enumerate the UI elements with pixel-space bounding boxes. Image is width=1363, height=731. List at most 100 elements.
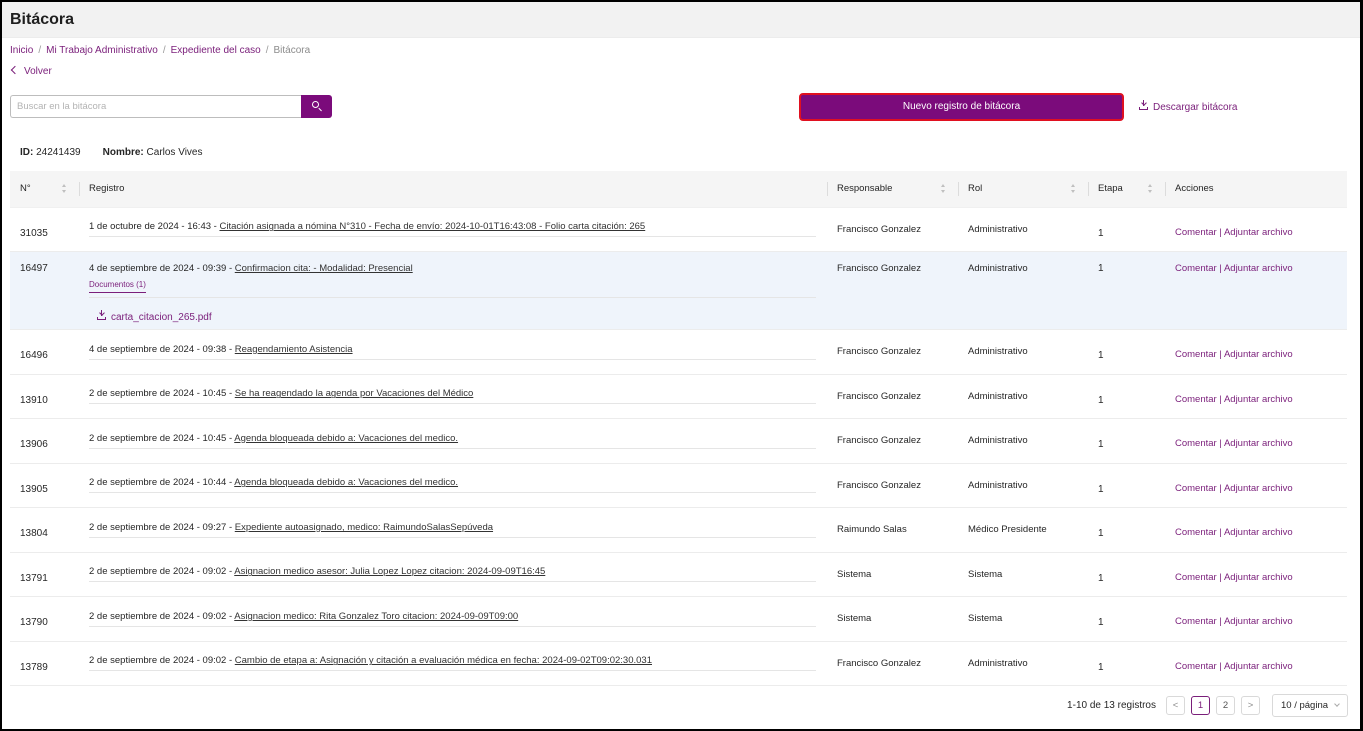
cell-responsable: Francisco Gonzalez — [827, 207, 958, 252]
chevron-left-icon — [10, 65, 20, 75]
cell-rol: Administrativo — [958, 207, 1088, 252]
download-icon — [1139, 100, 1148, 111]
cell-acciones: Comentar | Adjuntar archivo — [1165, 418, 1347, 464]
cell-responsable: Sistema — [827, 596, 958, 642]
cell-num: 31035 — [10, 207, 79, 252]
registro-link[interactable]: Cambio de etapa a: Asignación y citación… — [235, 655, 652, 666]
attach-file-action[interactable]: Adjuntar archivo — [1224, 438, 1293, 449]
breadcrumb-mi-trabajo[interactable]: Mi Trabajo Administrativo — [46, 45, 158, 56]
sort-icon[interactable] — [1147, 184, 1153, 194]
back-link[interactable]: Volver — [10, 65, 52, 77]
sort-icon[interactable] — [1070, 184, 1076, 194]
column-header-num[interactable]: N° — [10, 171, 79, 208]
registro-link[interactable]: Reagendamiento Asistencia — [235, 344, 353, 355]
comment-action[interactable]: Comentar — [1175, 483, 1217, 494]
cell-etapa: 1 — [1088, 374, 1165, 419]
breadcrumb-separator: / — [265, 45, 269, 56]
attach-file-action[interactable]: Adjuntar archivo — [1224, 394, 1293, 405]
registro-link[interactable]: Se ha reagendado la agenda por Vacacione… — [235, 388, 474, 399]
cell-num: 13906 — [10, 418, 79, 464]
cell-num: 13804 — [10, 507, 79, 553]
breadcrumb-inicio[interactable]: Inicio — [10, 45, 33, 56]
download-log-link[interactable]: Descargar bitácora — [1139, 100, 1238, 113]
pagination-prev-button[interactable]: < — [1166, 696, 1185, 715]
comment-action[interactable]: Comentar — [1175, 661, 1217, 672]
id-label: ID: — [20, 147, 34, 158]
registro-link[interactable]: Expediente autoasignado, medico: Raimund… — [235, 522, 493, 533]
registro-link[interactable]: Confirmacion cita: - Modalidad: Presenci… — [235, 263, 413, 274]
cell-num: 13790 — [10, 596, 79, 642]
cell-num: 13791 — [10, 552, 79, 597]
table-row: 16496 4 de septiembre de 2024 - 09:38 - R… — [10, 329, 1347, 375]
breadcrumb-expediente[interactable]: Expediente del caso — [171, 45, 261, 56]
search-button[interactable] — [301, 95, 332, 118]
new-log-entry-button[interactable]: Nuevo registro de bitácora — [799, 93, 1124, 121]
table-row: 13791 2 de septiembre de 2024 - 09:02 - A… — [10, 552, 1347, 597]
cell-etapa: 1 — [1088, 418, 1165, 464]
cell-rol: Administrativo — [958, 251, 1088, 330]
download-label: Descargar bitácora — [1153, 102, 1238, 113]
registro-link[interactable]: Asignacion medico asesor: Julia Lopez Lo… — [234, 566, 545, 577]
pagination-next-button[interactable]: > — [1241, 696, 1260, 715]
cell-rol: Sistema — [958, 552, 1088, 597]
cell-rol: Administrativo — [958, 418, 1088, 464]
breadcrumb-separator: / — [162, 45, 166, 56]
registro-link[interactable]: Asignacion medico: Rita Gonzalez Toro ci… — [234, 611, 518, 622]
registro-text: 4 de septiembre de 2024 - 09:39 - Confir… — [89, 263, 816, 298]
cell-num: 16497 — [10, 251, 79, 330]
search-input[interactable] — [10, 95, 301, 118]
cell-num: 13789 — [10, 641, 79, 686]
registro-text: 2 de septiembre de 2024 - 09:27 - Expedi… — [89, 522, 816, 538]
tab-documentos[interactable]: Documentos (1) — [89, 280, 146, 293]
app-frame: Bitácora Inicio / Mi Trabajo Administrativ… — [2, 2, 1360, 729]
cell-responsable: Francisco Gonzalez — [827, 418, 958, 464]
table-row: 13905 2 de septiembre de 2024 - 10:44 - A… — [10, 463, 1347, 508]
attach-file-action[interactable]: Adjuntar archivo — [1224, 349, 1293, 360]
comment-action[interactable]: Comentar — [1175, 438, 1217, 449]
cell-acciones: Comentar | Adjuntar archivo — [1165, 251, 1347, 330]
id-value: 24241439 — [36, 147, 81, 158]
column-header-responsable[interactable]: Responsable — [827, 171, 958, 208]
attach-file-action[interactable]: Adjuntar archivo — [1224, 263, 1293, 274]
comment-action[interactable]: Comentar — [1175, 227, 1217, 238]
registro-link[interactable]: Citación asignada a nómina N°310 - Fecha… — [219, 221, 645, 232]
document-download-link[interactable]: carta_citacion_265.pdf — [89, 298, 817, 323]
attach-file-action[interactable]: Adjuntar archivo — [1224, 227, 1293, 238]
registro-text: 2 de septiembre de 2024 - 10:44 - Agenda… — [89, 477, 816, 494]
table-row: 31035 1 de octubre de 2024 - 16:43 - Cita… — [10, 207, 1347, 252]
attach-file-action[interactable]: Adjuntar archivo — [1224, 616, 1293, 627]
page-size-select[interactable]: 10 / página — [1272, 694, 1348, 717]
pagination-summary: 1-10 de 13 registros — [1067, 700, 1156, 711]
column-header-rol[interactable]: Rol — [958, 171, 1088, 208]
attach-file-action[interactable]: Adjuntar archivo — [1224, 572, 1293, 583]
comment-action[interactable]: Comentar — [1175, 349, 1217, 360]
registro-link[interactable]: Agenda bloqueada debido a: Vacaciones de… — [234, 433, 458, 444]
attach-file-action[interactable]: Adjuntar archivo — [1224, 661, 1293, 672]
search-bar — [10, 95, 332, 118]
attach-file-action[interactable]: Adjuntar archivo — [1224, 527, 1293, 538]
comment-action[interactable]: Comentar — [1175, 616, 1217, 627]
registro-text: 4 de septiembre de 2024 - 09:38 - Reagen… — [89, 344, 816, 360]
registro-link[interactable]: Agenda bloqueada debido a: Vacaciones de… — [234, 477, 458, 488]
comment-action[interactable]: Comentar — [1175, 527, 1217, 538]
comment-action[interactable]: Comentar — [1175, 263, 1217, 274]
pagination-page-2[interactable]: 2 — [1216, 696, 1235, 715]
cell-rol: Administrativo — [958, 641, 1088, 686]
column-header-etapa[interactable]: Etapa — [1088, 171, 1165, 208]
cell-rol: Administrativo — [958, 463, 1088, 508]
cell-registro: 4 de septiembre de 2024 - 09:38 - Reagen… — [79, 329, 827, 375]
sort-icon[interactable] — [940, 184, 946, 194]
cell-responsable: Francisco Gonzalez — [827, 374, 958, 419]
table-row: 13804 2 de septiembre de 2024 - 09:27 - E… — [10, 507, 1347, 553]
cell-rol: Sistema — [958, 596, 1088, 642]
table-row: 16497 4 de septiembre de 2024 - 09:39 - C… — [10, 251, 1347, 330]
pagination-page-1[interactable]: 1 — [1191, 696, 1210, 715]
breadcrumb-separator: / — [38, 45, 42, 56]
comment-action[interactable]: Comentar — [1175, 394, 1217, 405]
cell-etapa: 1 — [1088, 251, 1165, 330]
cell-etapa: 1 — [1088, 329, 1165, 375]
comment-action[interactable]: Comentar — [1175, 572, 1217, 583]
cell-num: 13910 — [10, 374, 79, 419]
attach-file-action[interactable]: Adjuntar archivo — [1224, 483, 1293, 494]
sort-icon[interactable] — [61, 184, 67, 194]
